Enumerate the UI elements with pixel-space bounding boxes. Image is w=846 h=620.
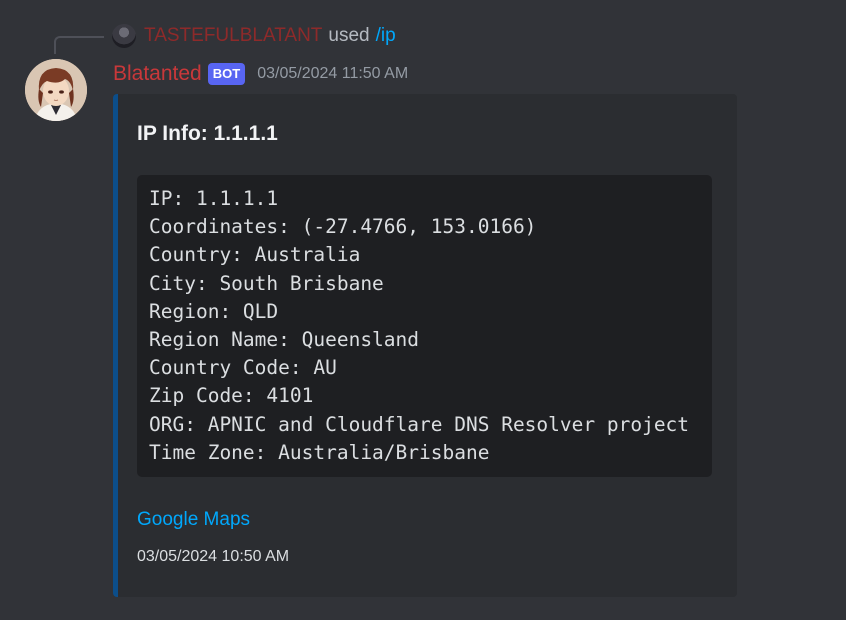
- bot-avatar-image: [25, 59, 87, 121]
- bot-badge: BOT: [207, 63, 246, 85]
- code-line-region-name: Region Name: Queensland: [149, 327, 420, 351]
- reply-command[interactable]: /ip: [376, 25, 396, 47]
- embed-footer-timestamp: 03/05/2024 10:50 AM: [137, 548, 290, 565]
- reply-user-avatar[interactable]: [112, 24, 136, 48]
- ip-details-code-block: IP: 1.1.1.1 Coordinates: (-27.4766, 153.…: [137, 175, 712, 477]
- code-line-time-zone: Time Zone: Australia/Brisbane: [149, 440, 490, 464]
- bot-username[interactable]: Blatanted: [113, 62, 202, 86]
- reply-username[interactable]: TASTEFULBLATANT: [144, 25, 322, 47]
- command-reply-context[interactable]: TASTEFULBLATANT used /ip: [112, 22, 396, 50]
- bot-avatar[interactable]: [25, 59, 87, 121]
- google-maps-link[interactable]: Google Maps: [137, 509, 250, 531]
- message-timestamp[interactable]: 03/05/2024 11:50 AM: [257, 65, 408, 83]
- code-line-country-code: Country Code: AU: [149, 356, 337, 380]
- code-line-country: Country: Australia: [149, 243, 361, 267]
- reply-used-text: used: [328, 25, 370, 46]
- message-header: Blatanted BOT 03/05/2024 11:50 AM: [113, 60, 408, 88]
- code-line-zip-code: Zip Code: 4101: [149, 384, 314, 408]
- embed-title: IP Info: 1.1.1.1: [137, 122, 278, 145]
- ip-info-embed: IP Info: 1.1.1.1 IP: 1.1.1.1 Coordinates…: [113, 94, 737, 597]
- code-line-coordinates: Coordinates: (-27.4766, 153.0166): [149, 215, 537, 239]
- code-line-ip: IP: 1.1.1.1: [149, 187, 279, 210]
- code-line-org: ORG: APNIC and Cloudflare DNS Resolver p…: [149, 412, 690, 436]
- code-line-region: Region: QLD: [149, 299, 279, 323]
- code-line-city: City: South Brisbane: [149, 271, 384, 295]
- reply-connector-line: [54, 36, 104, 54]
